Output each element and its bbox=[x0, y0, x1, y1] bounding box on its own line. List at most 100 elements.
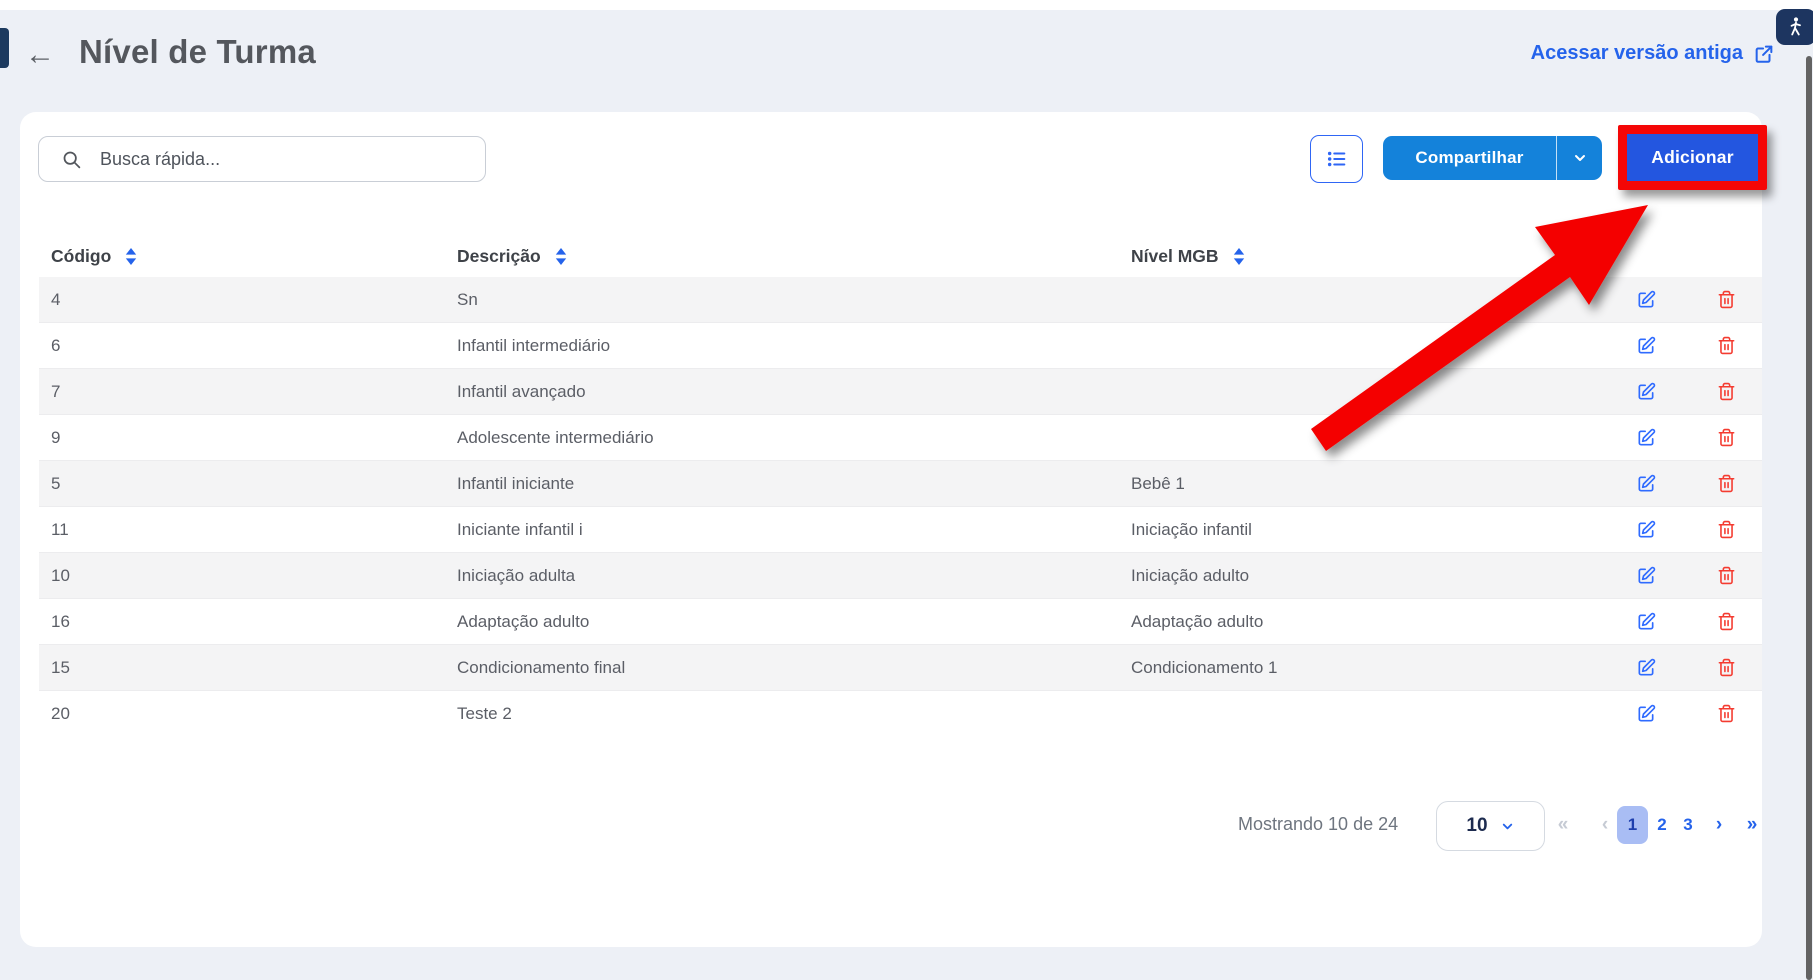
table-body: 4 Sn 6 Infantil intermediário 7 Infantil… bbox=[39, 277, 1762, 736]
edit-button[interactable] bbox=[1634, 472, 1658, 496]
edit-icon bbox=[1636, 658, 1656, 678]
cell-descricao: Sn bbox=[457, 290, 478, 310]
pagination-last-button[interactable]: » bbox=[1738, 806, 1766, 844]
delete-button[interactable] bbox=[1714, 610, 1738, 634]
trash-icon bbox=[1717, 566, 1736, 585]
delete-button[interactable] bbox=[1714, 288, 1738, 312]
edit-button[interactable] bbox=[1634, 610, 1658, 634]
add-button[interactable]: Adicionar bbox=[1627, 134, 1758, 181]
cell-nivel-mgb: Iniciação adulto bbox=[1131, 566, 1249, 586]
cell-nivel-mgb: Iniciação infantil bbox=[1131, 520, 1252, 540]
cell-descricao: Iniciação adulta bbox=[457, 566, 575, 586]
cell-descricao: Iniciante infantil i bbox=[457, 520, 583, 540]
list-icon bbox=[1326, 148, 1348, 170]
table-row: 4 Sn bbox=[39, 277, 1762, 322]
list-view-button[interactable] bbox=[1310, 135, 1363, 183]
edit-icon bbox=[1636, 520, 1656, 540]
cell-descricao: Condicionamento final bbox=[457, 658, 625, 678]
scrollbar-thumb[interactable] bbox=[1806, 56, 1812, 980]
search-icon bbox=[61, 149, 82, 170]
sort-icon[interactable] bbox=[125, 248, 137, 265]
edit-icon bbox=[1636, 566, 1656, 586]
sidebar-handle[interactable] bbox=[0, 28, 9, 68]
delete-button[interactable] bbox=[1714, 702, 1738, 726]
back-button[interactable]: ← bbox=[24, 38, 56, 72]
table-row: 10 Iniciação adulta Iniciação adulto bbox=[39, 552, 1762, 598]
legacy-version-link-label: Acessar versão antiga bbox=[1531, 42, 1743, 65]
trash-icon bbox=[1717, 520, 1736, 539]
edit-icon bbox=[1636, 474, 1656, 494]
column-header-nivel-mgb[interactable]: Nível MGB bbox=[1131, 235, 1245, 277]
pagination-page-2[interactable]: 2 bbox=[1650, 806, 1674, 844]
page-size-value: 10 bbox=[1466, 815, 1487, 837]
edit-icon bbox=[1636, 704, 1656, 724]
app-root: ← Nível de Turma Acessar versão antiga bbox=[0, 0, 1813, 980]
pagination-page-1[interactable]: 1 bbox=[1617, 806, 1648, 844]
search-input[interactable] bbox=[98, 148, 462, 171]
sort-icon[interactable] bbox=[1233, 248, 1245, 265]
search-field bbox=[38, 136, 486, 182]
share-button[interactable]: Compartilhar bbox=[1383, 136, 1602, 180]
column-label: Código bbox=[51, 246, 111, 267]
pagination-page-3[interactable]: 3 bbox=[1676, 806, 1700, 844]
share-dropdown-button[interactable] bbox=[1556, 136, 1602, 180]
share-button-label: Compartilhar bbox=[1383, 136, 1556, 180]
edit-button[interactable] bbox=[1634, 288, 1658, 312]
delete-button[interactable] bbox=[1714, 518, 1738, 542]
edit-button[interactable] bbox=[1634, 334, 1658, 358]
cell-codigo: 9 bbox=[51, 428, 60, 448]
delete-button[interactable] bbox=[1714, 380, 1738, 404]
edit-icon bbox=[1636, 612, 1656, 632]
pagination-first-button[interactable]: « bbox=[1550, 806, 1576, 844]
edit-button[interactable] bbox=[1634, 564, 1658, 588]
cell-descricao: Infantil intermediário bbox=[457, 336, 610, 356]
cell-nivel-mgb: Condicionamento 1 bbox=[1131, 658, 1277, 678]
trash-icon bbox=[1717, 658, 1736, 677]
cell-codigo: 20 bbox=[51, 704, 70, 724]
cell-nivel-mgb: Adaptação adulto bbox=[1131, 612, 1263, 632]
table-header: Código Descrição Nível MGB bbox=[39, 235, 1762, 278]
edit-button[interactable] bbox=[1634, 380, 1658, 404]
pagination-next-button[interactable]: › bbox=[1706, 806, 1732, 844]
table-row: 6 Infantil intermediário bbox=[39, 322, 1762, 368]
edit-button[interactable] bbox=[1634, 518, 1658, 542]
trash-icon bbox=[1717, 336, 1736, 355]
table-row: 9 Adolescente intermediário bbox=[39, 414, 1762, 460]
cell-nivel-mgb: Bebê 1 bbox=[1131, 474, 1185, 494]
table-row: 16 Adaptação adulto Adaptação adulto bbox=[39, 598, 1762, 644]
edit-icon bbox=[1636, 428, 1656, 448]
delete-button[interactable] bbox=[1714, 472, 1738, 496]
legacy-version-link[interactable]: Acessar versão antiga bbox=[1531, 42, 1775, 65]
sort-icon[interactable] bbox=[555, 248, 567, 265]
cell-descricao: Infantil iniciante bbox=[457, 474, 574, 494]
chevron-down-icon bbox=[1572, 150, 1588, 166]
table-row: 5 Infantil iniciante Bebê 1 bbox=[39, 460, 1762, 506]
pagination-prev-button[interactable]: ‹ bbox=[1592, 806, 1618, 844]
cell-codigo: 16 bbox=[51, 612, 70, 632]
edit-icon bbox=[1636, 382, 1656, 402]
delete-button[interactable] bbox=[1714, 426, 1738, 450]
edit-button[interactable] bbox=[1634, 426, 1658, 450]
column-label: Nível MGB bbox=[1131, 246, 1219, 267]
external-link-icon bbox=[1753, 43, 1775, 65]
accessibility-button[interactable] bbox=[1776, 9, 1813, 45]
cell-descricao: Adaptação adulto bbox=[457, 612, 589, 632]
edit-button[interactable] bbox=[1634, 656, 1658, 680]
edit-button[interactable] bbox=[1634, 702, 1658, 726]
trash-icon bbox=[1717, 704, 1736, 723]
page-size-select[interactable]: 10 bbox=[1436, 801, 1545, 851]
delete-button[interactable] bbox=[1714, 656, 1738, 680]
delete-button[interactable] bbox=[1714, 334, 1738, 358]
top-strip bbox=[0, 0, 1813, 10]
trash-icon bbox=[1717, 428, 1736, 447]
column-header-codigo[interactable]: Código bbox=[51, 235, 137, 277]
trash-icon bbox=[1717, 612, 1736, 631]
cell-descricao: Adolescente intermediário bbox=[457, 428, 654, 448]
cell-descricao: Teste 2 bbox=[457, 704, 512, 724]
trash-icon bbox=[1717, 290, 1736, 309]
delete-button[interactable] bbox=[1714, 564, 1738, 588]
table-row: 20 Teste 2 bbox=[39, 690, 1762, 736]
cell-codigo: 7 bbox=[51, 382, 60, 402]
table-row: 15 Condicionamento final Condicionamento… bbox=[39, 644, 1762, 690]
column-header-descricao[interactable]: Descrição bbox=[457, 235, 567, 277]
